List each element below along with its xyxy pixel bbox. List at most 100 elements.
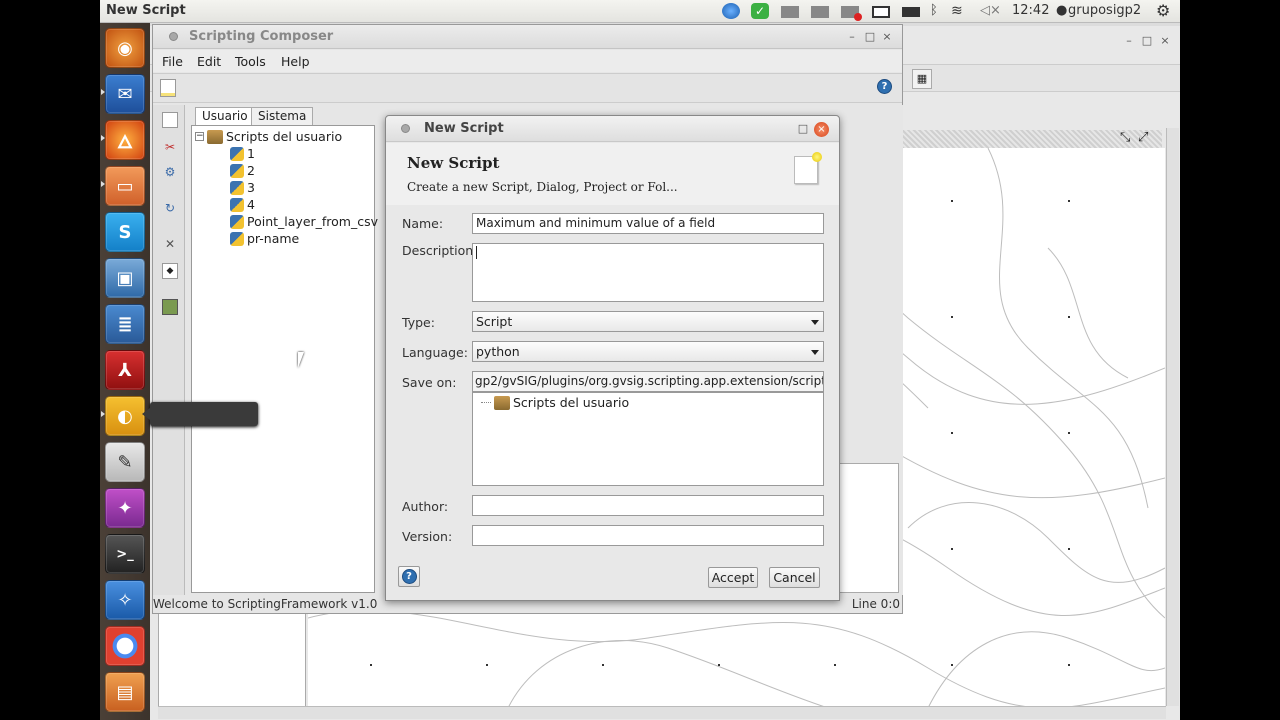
language-select[interactable]: python	[472, 341, 824, 362]
user-name[interactable]: grupo­sigp2	[1068, 3, 1141, 18]
minimize-icon[interactable]: –	[845, 30, 859, 44]
folder-icon	[494, 395, 510, 410]
cut-icon[interactable]: ✂	[162, 139, 178, 155]
tree-item[interactable]: 4	[230, 197, 255, 212]
tree-root[interactable]: − Scripts del usuario	[195, 129, 342, 144]
tree-item[interactable]: 2	[230, 163, 255, 178]
network-icon[interactable]: ✧	[105, 580, 145, 620]
gear-icon[interactable]: ⚙	[1156, 1, 1170, 20]
menu-help[interactable]: Help	[281, 54, 310, 69]
impress-icon[interactable]: ▤	[105, 672, 145, 712]
text-editor-icon[interactable]: ✎	[105, 442, 145, 482]
version-field[interactable]	[472, 525, 824, 546]
mail-icon[interactable]	[872, 6, 890, 18]
tree-item[interactable]: pr-name	[230, 231, 299, 246]
ubuntu-home-icon[interactable]: ◉	[105, 28, 145, 68]
tree-item[interactable]: Point_layer_from_csv	[230, 214, 378, 229]
restore-icon[interactable]: ⤡	[1120, 130, 1130, 145]
cancel-button[interactable]: Cancel	[769, 567, 820, 588]
view-header: ⤡ ⤢	[902, 130, 1162, 148]
screenshot-icon[interactable]: ▣	[105, 258, 145, 298]
language-value: python	[476, 344, 520, 359]
battery-icon[interactable]	[902, 7, 920, 17]
mute-icon[interactable]: ◁×	[980, 3, 1001, 19]
author-field[interactable]	[472, 495, 824, 516]
name-field[interactable]: Maximum and minimum value of a field	[472, 213, 824, 234]
window-icon[interactable]	[781, 6, 799, 18]
dialog-titlebar[interactable]: New Script □ ×	[386, 116, 839, 142]
python-icon	[230, 231, 244, 246]
description-field[interactable]	[472, 243, 824, 302]
new-script-icon[interactable]	[162, 112, 178, 128]
status-message: Welcome to ScriptingFramework v1.0	[153, 597, 378, 611]
maximize-icon[interactable]: □	[796, 122, 810, 136]
running-indicator	[101, 89, 105, 95]
vertical-scrollbar[interactable]	[1166, 128, 1179, 706]
check-shield-icon[interactable]: ✓	[751, 3, 769, 19]
menu-tools[interactable]: Tools	[235, 54, 266, 69]
dialog-header: New Script Create a new Script, Dialog, …	[386, 143, 839, 205]
type-select[interactable]: Script	[472, 311, 824, 332]
language-label: Language:	[402, 345, 468, 360]
tree-item[interactable]: 3	[230, 180, 255, 195]
tree-item-label: 1	[247, 146, 255, 161]
gvsig-icon[interactable]: ◐	[105, 396, 145, 436]
dialog-header-title: New Script	[407, 154, 500, 172]
collapse-icon[interactable]: −	[195, 132, 204, 141]
menu-file[interactable]: File	[162, 54, 183, 69]
bluetooth-icon[interactable]: ᛒ	[930, 3, 948, 19]
skype-icon[interactable]: S	[105, 212, 145, 252]
window-menu-icon[interactable]	[169, 32, 178, 41]
scripts-tree[interactable]: − Scripts del usuario 1 2 3 4 Point_laye…	[191, 125, 378, 593]
video-editor-icon[interactable]: ✦	[105, 488, 145, 528]
tree-item[interactable]: 1	[230, 146, 255, 161]
terminal-icon[interactable]: >_	[105, 534, 145, 574]
help-button[interactable]: ?	[398, 566, 420, 587]
clock[interactable]: 12:42	[1012, 3, 1049, 18]
tree-root-label: Scripts del usuario	[226, 129, 343, 144]
chrome-icon[interactable]	[105, 626, 145, 666]
tab-sistema[interactable]: Sistema	[251, 107, 314, 125]
horizontal-scrollbar[interactable]	[158, 706, 1166, 719]
top-panel: New Script ✓ ᛒ ≋ ◁× 12:42 ● grupo­sigp2 …	[100, 0, 1180, 23]
tree-item-label: pr-name	[247, 231, 300, 246]
composer-titlebar[interactable]: Scripting Composer – □ ×	[153, 25, 902, 49]
new-document-icon[interactable]	[160, 79, 176, 97]
chevron-down-icon	[811, 350, 819, 355]
import-icon[interactable]: ◆	[162, 263, 178, 279]
menu-edit[interactable]: Edit	[197, 54, 221, 69]
maximize-icon[interactable]: □	[863, 30, 877, 44]
refresh-icon[interactable]: ↻	[162, 200, 178, 216]
tree-item-label: 2	[247, 163, 255, 178]
minimize-icon[interactable]: –	[1122, 34, 1136, 48]
firefox-icon[interactable]: 🜂	[105, 120, 145, 160]
maximize-icon[interactable]: ⤢	[1138, 130, 1148, 145]
window-icon[interactable]	[811, 6, 829, 18]
saveon-tree[interactable]: Scripts del usuario	[472, 392, 824, 486]
saveon-tree-item[interactable]: Scripts del usuario	[481, 395, 629, 410]
writer-icon[interactable]: ≣	[105, 304, 145, 344]
wifi-icon[interactable]: ≋	[951, 3, 969, 19]
tab-usuario[interactable]: Usuario	[195, 107, 255, 125]
python-icon	[230, 146, 244, 161]
pdf-reader-icon[interactable]: ⅄	[105, 350, 145, 390]
files-icon[interactable]: ▭	[105, 166, 145, 206]
maximize-icon[interactable]: □	[1140, 34, 1154, 48]
close-icon[interactable]: ×	[1158, 34, 1172, 48]
help-icon[interactable]: ?	[877, 79, 892, 94]
user-icon: ●	[1056, 3, 1068, 18]
close-icon[interactable]: ×	[880, 30, 894, 44]
accept-button[interactable]: Accept	[708, 567, 758, 588]
close-icon[interactable]: ×	[814, 122, 829, 137]
record-icon[interactable]	[841, 6, 862, 21]
saveon-path-field[interactable]: gp2/gvSIG/plugins/org.gvsig.scripting.ap…	[472, 371, 824, 392]
running-indicator	[101, 135, 105, 141]
settings-icon[interactable]: ⚙	[162, 164, 178, 180]
table-icon[interactable]: ▦	[912, 69, 932, 89]
tools-icon[interactable]: ✕	[162, 236, 178, 252]
window-menu-icon[interactable]	[401, 124, 410, 133]
python-icon	[230, 163, 244, 178]
thunderbird-icon[interactable]: ✉	[105, 74, 145, 114]
globe-icon[interactable]	[722, 3, 740, 19]
package-icon[interactable]	[162, 299, 178, 315]
